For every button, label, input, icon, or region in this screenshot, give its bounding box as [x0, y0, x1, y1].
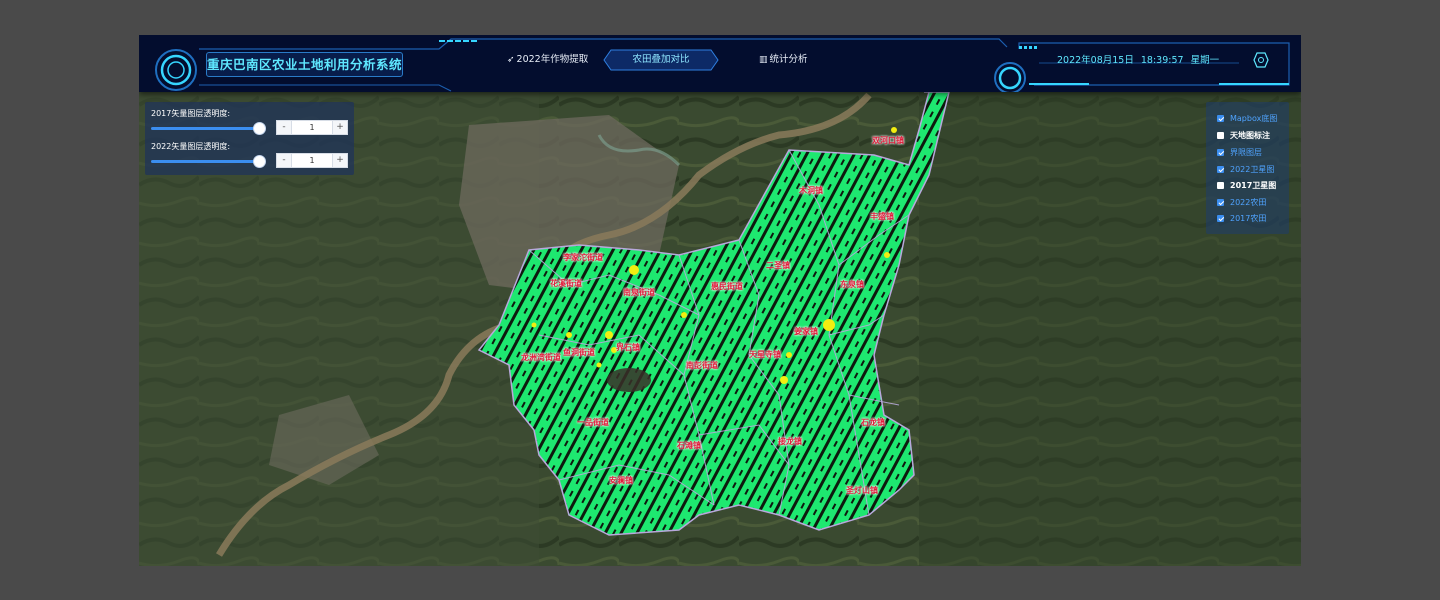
layer-label: 2017卫星图 — [1230, 181, 1277, 190]
checkbox[interactable] — [1217, 132, 1224, 139]
town-label: 惠民街道 — [711, 281, 743, 291]
top-header: 重庆巴南区农业土地利用分析系统 ➶ 2022年作物提取 农田叠加对比 ▥ 统计分析 … — [139, 35, 1301, 92]
opacity-label-2022: 2022矢量图层透明度: — [151, 142, 231, 151]
layer-label: 界限图层 — [1230, 148, 1262, 157]
tab-label: 农田叠加对比 — [632, 54, 690, 65]
checkbox[interactable] — [1217, 182, 1224, 189]
checkbox[interactable] — [1217, 115, 1224, 122]
slider-handle-2017[interactable] — [253, 122, 266, 135]
town-label: 南泉街道 — [623, 287, 655, 297]
opacity-slider-2022[interactable] — [151, 160, 263, 163]
town-label: 东泉镇 — [840, 279, 864, 289]
corner-ring-icon — [998, 66, 1022, 90]
town-label: 一品街道 — [577, 417, 609, 427]
opacity-slider-2017[interactable] — [151, 127, 263, 130]
time-text: 18:39:57 — [1140, 55, 1184, 66]
layer-label: 天地图标注 — [1230, 131, 1270, 140]
town-label: 南彭街道 — [686, 360, 718, 370]
town-label: 圣灯山镇 — [846, 485, 878, 495]
increment-button[interactable]: + — [332, 153, 348, 168]
town-label: 双河口镇 — [872, 135, 904, 145]
tab-label: 统计分析 — [769, 54, 808, 65]
chart-icon: ▥ — [759, 55, 768, 65]
tab-label: 2022年作物提取 — [516, 54, 589, 65]
town-label: 接龙镇 — [778, 436, 802, 446]
ridge-patch — [607, 368, 651, 392]
layer-label: 2017农田 — [1230, 214, 1267, 223]
layer-control-panel: Mapbox底图 天地图标注 界限图层 2022卫星图 2017卫星图 2022… — [1206, 102, 1289, 234]
layer-label: 2022卫星图 — [1230, 165, 1275, 174]
tab-statistics[interactable]: ▥ 统计分析 — [759, 49, 808, 71]
town-label: 花溪街道 — [550, 278, 582, 288]
settings-hex-icon[interactable] — [1253, 52, 1269, 68]
town-label: 木洞镇 — [799, 185, 823, 195]
town-label: 丰盛镇 — [870, 211, 894, 221]
tab-crop-extraction[interactable]: ➶ 2022年作物提取 — [507, 49, 588, 71]
logo-ring-icon — [155, 49, 197, 91]
datetime-display: 2022年08月15日 18:39:57 星期一 — [1057, 52, 1219, 66]
opacity-panel: 2017矢量图层透明度: - 1 + 2022矢量图层透明度: - 1 + — [145, 102, 354, 175]
town-label: 石龙镇 — [861, 417, 885, 427]
town-label: 二圣镇 — [766, 260, 790, 270]
weekday-text: 星期一 — [1190, 55, 1220, 66]
town-label: 龙洲湾街道 — [521, 352, 561, 362]
date-text: 2022年08月15日 — [1057, 55, 1134, 66]
town-label: 李家沱街道 — [563, 252, 603, 262]
town-label: 界石镇 — [616, 342, 640, 352]
slider-handle-2022[interactable] — [253, 155, 266, 168]
checkbox[interactable] — [1217, 215, 1224, 222]
town-label: 鱼洞街道 — [563, 347, 595, 357]
checkbox[interactable] — [1217, 149, 1224, 156]
decrement-button[interactable]: - — [276, 153, 292, 168]
decrement-button[interactable]: - — [276, 120, 292, 135]
town-label: 石滩镇 — [677, 440, 701, 450]
checkbox[interactable] — [1217, 166, 1224, 173]
paper-plane-icon: ➶ — [507, 55, 515, 65]
opacity-stepper-2022: - 1 + — [276, 153, 350, 168]
town-label: 安澜镇 — [609, 475, 633, 485]
increment-button[interactable]: + — [332, 120, 348, 135]
app-title: 重庆巴南区农业土地利用分析系统 — [206, 52, 403, 77]
app-window: 双河口镇 木洞镇 丰盛镇 李家沱街道 花溪街道 南泉街道 惠民街道 二圣镇 东泉… — [139, 35, 1301, 566]
opacity-value[interactable]: 1 — [292, 120, 332, 135]
checkbox[interactable] — [1217, 199, 1224, 206]
town-label: 天星寺镇 — [749, 349, 781, 359]
opacity-stepper-2017: - 1 + — [276, 120, 350, 135]
town-label: 姜家镇 — [794, 326, 818, 336]
layer-label: Mapbox底图 — [1230, 114, 1278, 123]
layer-label: 2022农田 — [1230, 198, 1267, 207]
tab-farmland-overlay[interactable]: 农田叠加对比 — [603, 49, 719, 71]
opacity-value[interactable]: 1 — [292, 153, 332, 168]
opacity-label-2017: 2017矢量图层透明度: — [151, 109, 231, 118]
